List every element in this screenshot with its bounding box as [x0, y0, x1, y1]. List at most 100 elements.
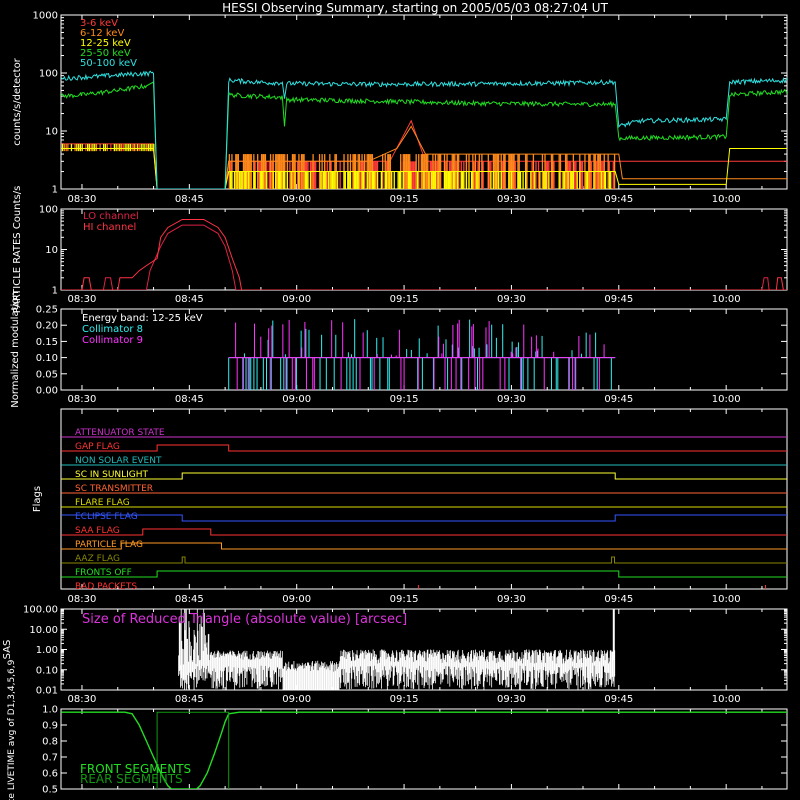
counts-xtick-label: 08:45	[175, 194, 204, 205]
count-bar	[280, 171, 282, 189]
count-bar	[501, 161, 504, 189]
count-bar	[79, 143, 82, 152]
count-bar	[384, 171, 386, 189]
count-bar	[604, 171, 607, 189]
chart-title: HESSI Observing Summary, starting on 200…	[222, 1, 608, 15]
count-bar	[371, 171, 374, 189]
flags-xtick-label: 09:15	[390, 594, 419, 605]
flag-label: FRONTS OFF	[75, 568, 132, 578]
count-bar	[233, 171, 236, 189]
count-bar	[434, 171, 437, 189]
count-bar	[571, 171, 573, 189]
count-bar	[490, 171, 492, 189]
count-bar	[508, 171, 510, 189]
count-bar	[400, 171, 402, 189]
count-bar	[74, 143, 76, 152]
count-bar	[449, 171, 451, 189]
count-bar	[585, 171, 587, 189]
legend-entry: REAR SEGMENTS	[80, 772, 183, 786]
count-bar	[586, 171, 589, 189]
count-bar	[595, 161, 598, 189]
count-bar	[543, 171, 545, 189]
count-bar	[268, 161, 270, 189]
count-bar	[495, 171, 497, 189]
count-bar	[410, 171, 412, 189]
flag-label: FLARE FLAG	[75, 498, 130, 508]
modulation-ylabel: Normalized modulation	[10, 291, 21, 408]
particle-ytick-label: 1	[52, 286, 58, 297]
count-bar	[122, 143, 124, 152]
sas-ytick-label: 1.00	[36, 645, 58, 656]
count-bar	[347, 171, 349, 189]
count-bar	[518, 171, 520, 189]
count-bar	[299, 161, 301, 189]
legend-entry: LO channel	[83, 211, 139, 222]
count-bar	[239, 171, 241, 189]
count-bar	[573, 161, 576, 189]
count-bar	[373, 171, 375, 189]
count-bar	[240, 171, 242, 189]
count-bar	[275, 171, 277, 189]
count-bar	[336, 171, 339, 189]
count-bar	[380, 171, 383, 189]
count-bar	[78, 143, 80, 152]
legend-entry: HI channel	[83, 222, 136, 233]
count-bar	[539, 171, 541, 189]
count-bar	[290, 171, 292, 189]
count-bar	[103, 143, 105, 152]
count-bar	[353, 171, 355, 189]
count-bar	[563, 171, 565, 189]
flag-label: SC TRANSMITTER	[75, 484, 153, 494]
count-bar	[510, 171, 513, 189]
sas-xtick-label: 09:45	[604, 694, 633, 705]
count-bar	[137, 143, 139, 152]
count-bar	[266, 171, 268, 189]
count-bar	[229, 171, 232, 189]
counts-ytick-label: 100	[39, 69, 58, 80]
particle-xtick-label: 09:45	[604, 294, 633, 305]
count-bar	[327, 171, 330, 189]
legend-entry: 50-100 keV	[80, 58, 137, 69]
counts-ytick-label: 10	[45, 127, 58, 138]
count-bar	[433, 171, 435, 189]
count-bar	[126, 143, 128, 152]
count-bar	[461, 171, 464, 189]
modulation-xtick-label: 09:45	[604, 394, 633, 405]
count-bar	[388, 171, 390, 189]
count-bar	[289, 161, 291, 189]
modulation-xtick-label: 09:30	[497, 394, 526, 405]
flag-label: SAA FLAG	[75, 526, 120, 536]
modulation-ytick-label: 0.20	[36, 321, 58, 332]
count-bar	[443, 171, 446, 189]
sas-ylabel: SAS	[2, 640, 13, 660]
summary-chart: HESSI Observing Summary, starting on 200…	[0, 0, 800, 800]
sas-xtick-label: 10:00	[712, 694, 741, 705]
count-bar	[452, 171, 455, 189]
sas-xtick-label: 09:15	[390, 694, 419, 705]
count-bar	[535, 161, 537, 189]
count-bar	[517, 171, 519, 189]
flags-xtick-label: 09:45	[604, 594, 633, 605]
count-bar	[429, 161, 431, 189]
count-bar	[455, 161, 457, 189]
count-bar	[117, 143, 119, 152]
count-bar	[519, 171, 522, 189]
livetime-ytick-label: 0.9	[42, 721, 58, 732]
count-bar	[278, 171, 281, 189]
sas-series-label: Size of Reduced Triangle (absolute value…	[82, 612, 407, 627]
count-bar	[463, 171, 465, 189]
particle-xtick-label: 10:00	[712, 294, 741, 305]
count-bar	[81, 143, 83, 152]
counts-xtick-label: 08:30	[68, 194, 97, 205]
count-bar	[131, 143, 133, 152]
count-bar	[590, 161, 593, 189]
count-bar	[416, 171, 419, 189]
count-bar	[414, 161, 416, 189]
count-bar	[146, 143, 148, 152]
count-bar	[88, 143, 90, 152]
count-bar	[376, 171, 379, 189]
count-bar	[343, 171, 345, 189]
count-bar	[128, 143, 130, 152]
count-bar	[286, 171, 288, 189]
modulation-xtick-label: 08:45	[175, 394, 204, 405]
